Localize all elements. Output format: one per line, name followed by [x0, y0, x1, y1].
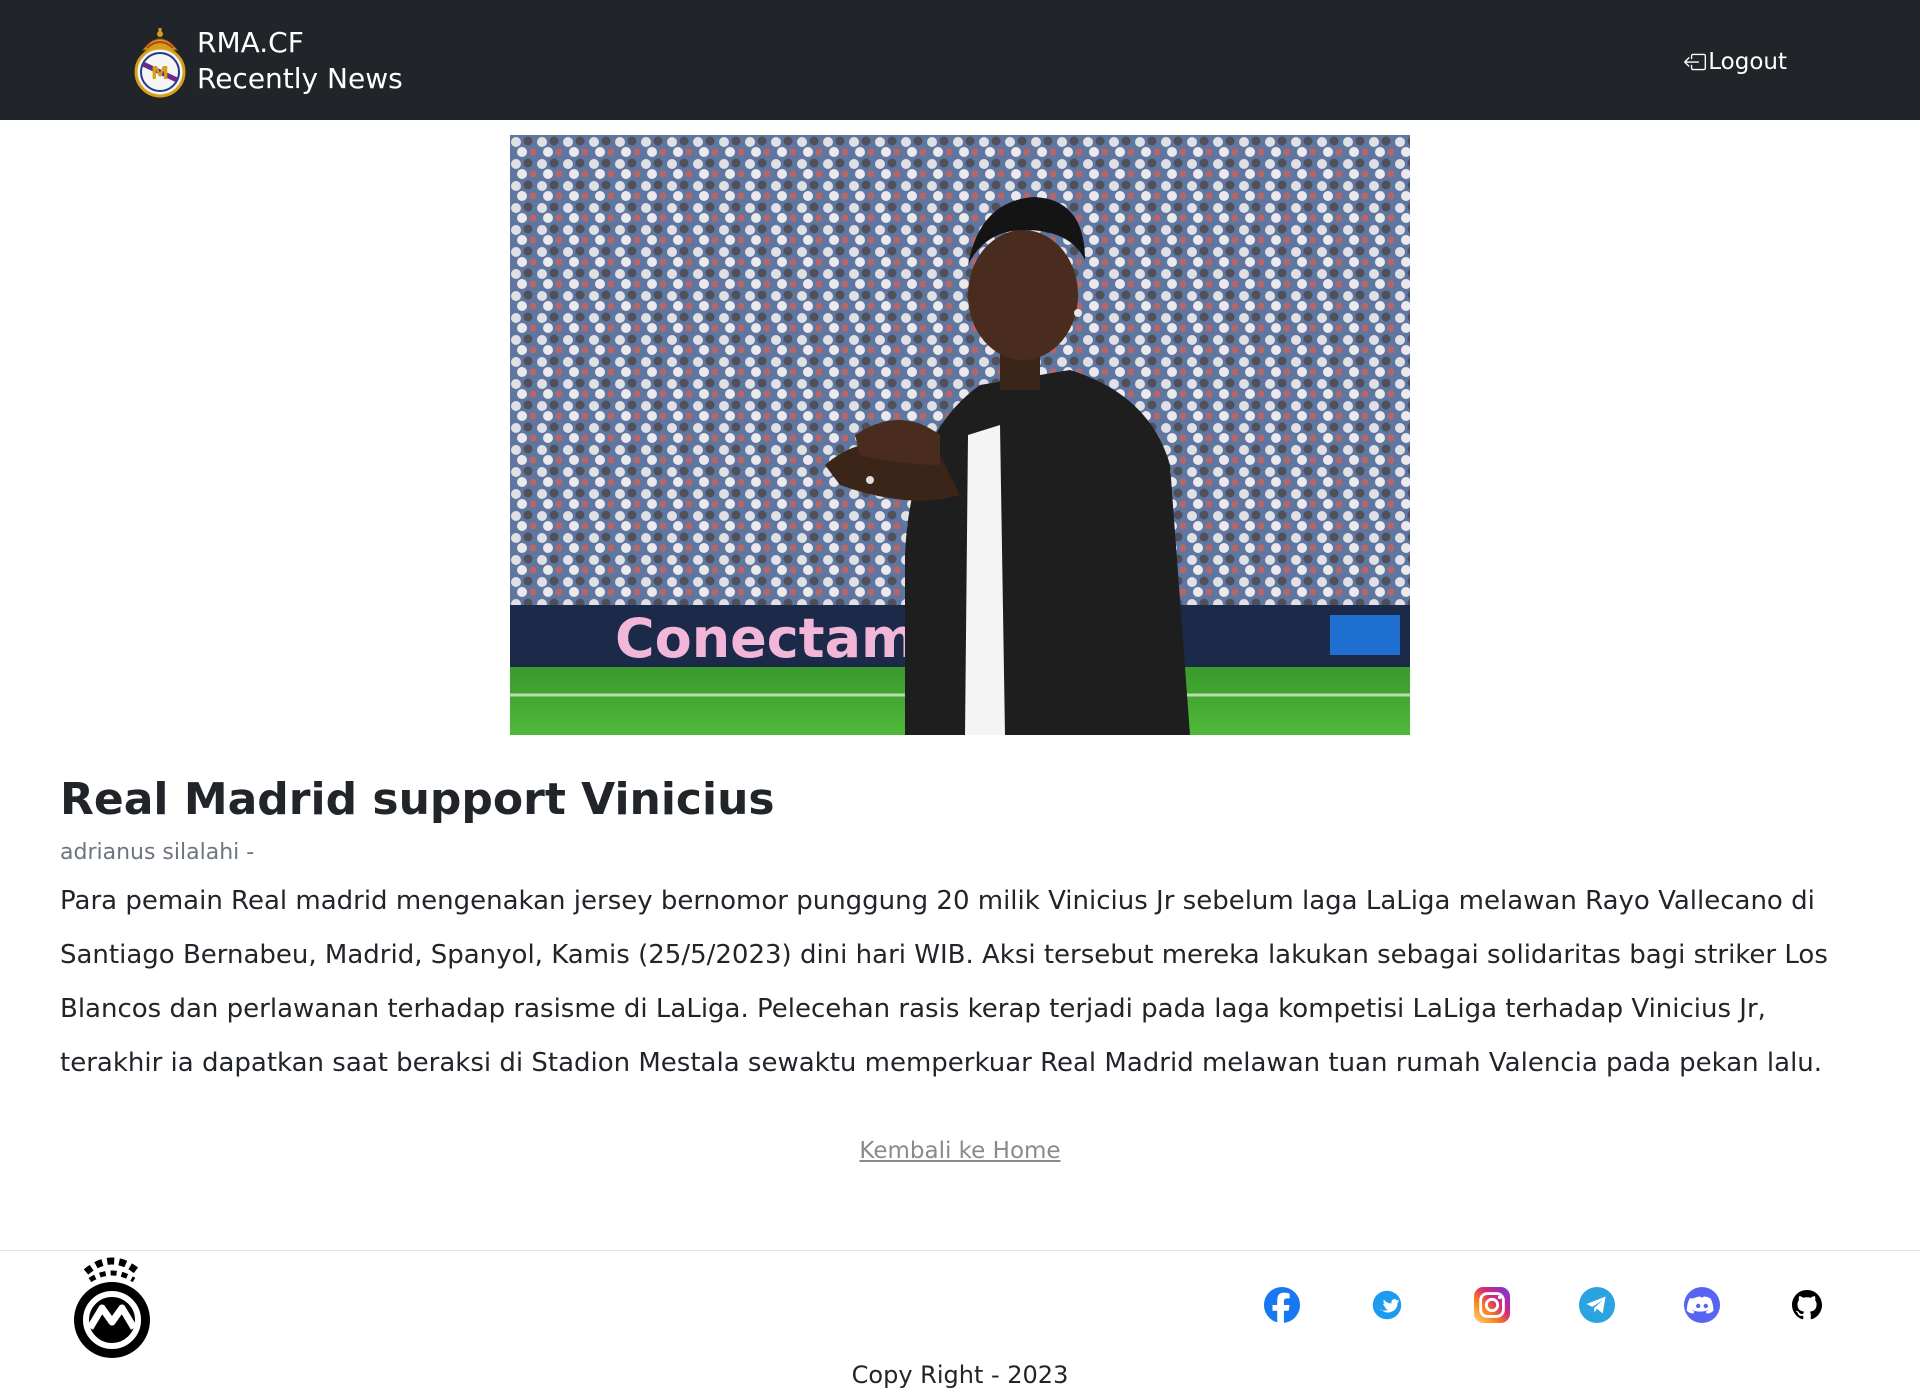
article-author: adrianus silalahi - [60, 840, 255, 865]
real-madrid-crest-icon: M [134, 28, 186, 98]
logout-icon [1684, 53, 1707, 71]
twitter-link[interactable] [1367, 1285, 1407, 1325]
article-body: Para pemain Real madrid mengenakan jerse… [60, 886, 1828, 1078]
social-links [1262, 1285, 1827, 1325]
brand-text: RMA.CF Recently News [197, 25, 403, 97]
instagram-link[interactable] [1472, 1285, 1512, 1325]
svg-text:M: M [151, 63, 169, 84]
twitter-icon [1372, 1290, 1402, 1320]
facebook-icon [1263, 1286, 1301, 1324]
article-title: Real Madrid support Vinicius [60, 774, 775, 825]
hero-photo: Conectamos [510, 135, 1410, 735]
facebook-link[interactable] [1262, 1285, 1302, 1325]
github-link[interactable] [1787, 1285, 1827, 1325]
discord-link[interactable] [1682, 1285, 1722, 1325]
telegram-link[interactable] [1577, 1285, 1617, 1325]
footer-divider [0, 1250, 1920, 1251]
logout-button[interactable]: Logout [1684, 48, 1787, 76]
back-to-home-link[interactable]: Kembali ke Home [859, 1138, 1060, 1164]
back-link-container: Kembali ke Home [0, 1136, 1920, 1166]
madridista-logo-icon [74, 1257, 150, 1358]
instagram-icon [1473, 1286, 1511, 1324]
navbar: M RMA.CF Recently News Logout [0, 0, 1920, 120]
article-image: Conectamos [510, 135, 1410, 735]
discord-icon [1683, 1286, 1721, 1324]
brand[interactable]: M RMA.CF Recently News [133, 24, 403, 98]
github-icon [1792, 1290, 1822, 1320]
brand-name: RMA.CF [197, 26, 304, 59]
telegram-icon [1578, 1286, 1616, 1324]
copyright-text: Copy Right - 2023 [851, 1361, 1069, 1389]
logout-label: Logout [1708, 49, 1787, 75]
brand-subtitle: Recently News [197, 62, 403, 95]
